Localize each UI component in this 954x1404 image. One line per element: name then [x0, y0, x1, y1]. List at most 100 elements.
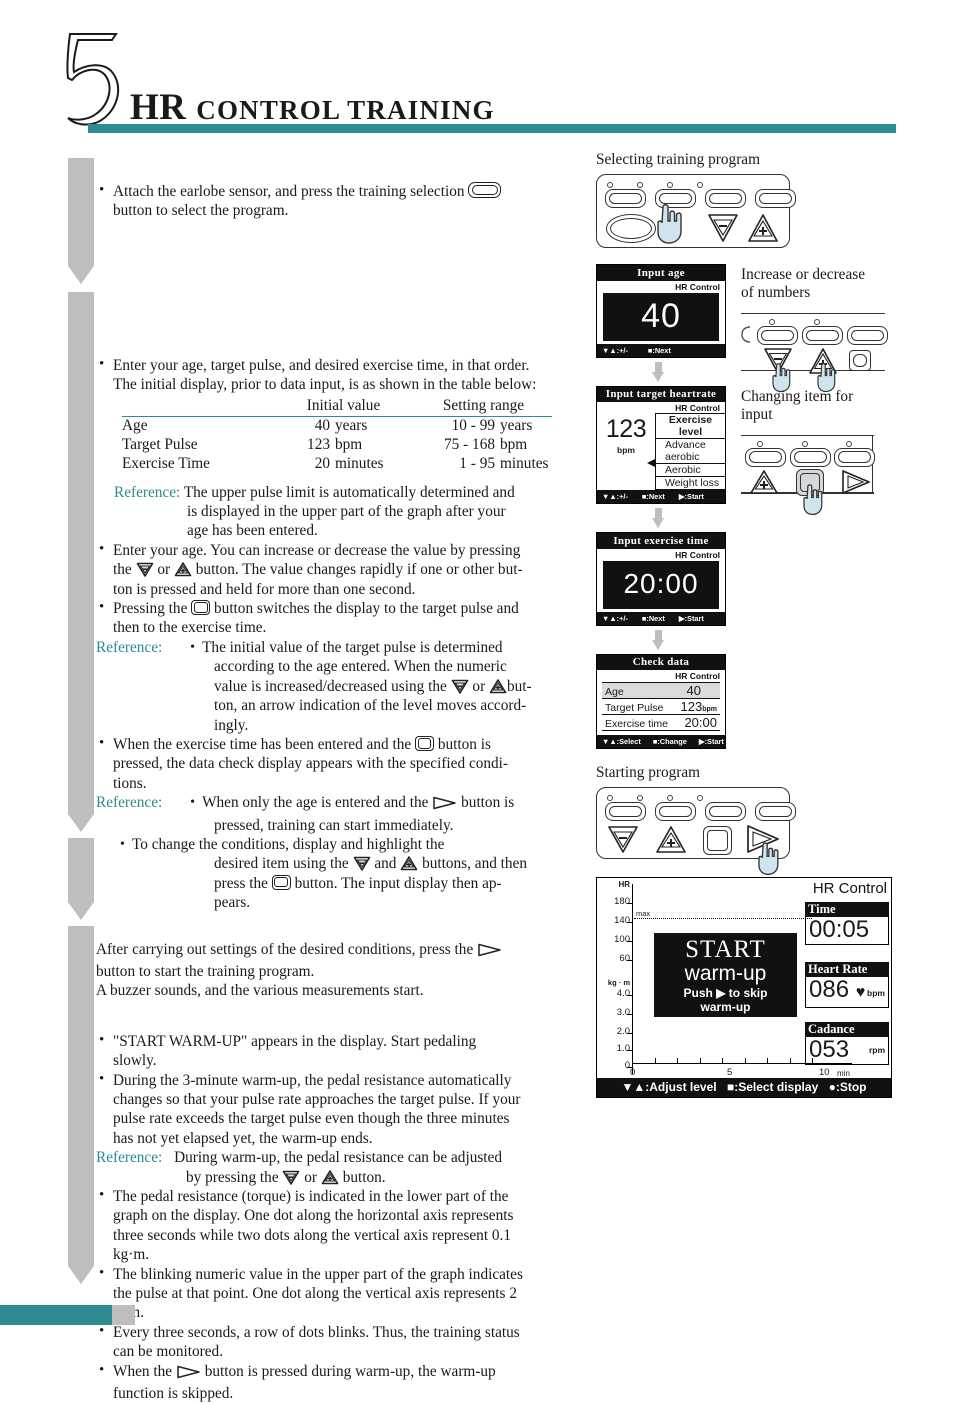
footer-accent-bar [0, 1305, 112, 1325]
flow-band-1 [68, 158, 94, 284]
console-diagram-start-program [596, 787, 796, 876]
down-triangle-button[interactable] [707, 213, 739, 248]
console-button-a[interactable] [757, 326, 798, 345]
y-tick-180: 180 [614, 896, 630, 907]
exercise-entered-post: button is [437, 735, 491, 753]
check-value: 20:00 [684, 715, 717, 730]
ref2-line2: according to the age entered. When the n… [214, 658, 507, 676]
axis-label-hr: HR [618, 880, 630, 889]
exercise-level-option-selected[interactable]: Aerobic [655, 464, 725, 477]
exercise-level-option[interactable]: Weight loss [655, 477, 725, 490]
warmup-line1: "START WARM-UP" appears in the display. … [113, 1032, 477, 1050]
reference-target-pulse: Reference: The initial value of the targ… [96, 638, 566, 735]
console-button-d[interactable] [849, 350, 871, 371]
lcd-exercise-time-value: 20:00 [623, 567, 699, 599]
exercise-entered-line3: tions. [113, 774, 147, 792]
console-button-b[interactable] [802, 326, 843, 345]
after-line1: After carrying out settings of the desir… [96, 940, 474, 958]
up-triangle-button[interactable] [749, 469, 779, 500]
up-triangle-button[interactable] [747, 213, 779, 248]
reference-warmup-resistance: Reference: During warm-up, the pedal res… [96, 1148, 566, 1187]
row-name: Exercise Time [122, 455, 210, 473]
exercise-entered-line2: pressed, the data check display appears … [113, 755, 509, 773]
square-select-button[interactable] [703, 826, 732, 855]
hint-stop: ●:Stop [828, 1080, 867, 1094]
check-row-target-pulse[interactable]: Target Pulse 123bpm [602, 699, 720, 715]
up-triangle-button[interactable] [655, 825, 687, 859]
main-training-display: HR Control HR 180 140 100 60 kg · m 4.0 … [596, 877, 892, 1098]
torque-line4: kg·m. [113, 1246, 150, 1264]
pill-button-icon [468, 182, 502, 198]
warmup-message-box: START warm-up [654, 933, 797, 991]
lcd-mode-label: HR Control [675, 281, 720, 292]
ref1-line2: is displayed in the upper part of the gr… [187, 503, 506, 521]
stat-label: Cadance [805, 1022, 889, 1037]
x-tick-10: 10 [819, 1067, 830, 1078]
console-button-c[interactable] [847, 326, 888, 345]
play-start-button[interactable] [840, 469, 872, 500]
ref1-line1: The upper pulse limit is automatically d… [183, 483, 515, 501]
hint-change: ■:Change [652, 737, 687, 746]
enter-age-the: the [113, 561, 132, 579]
program-button-4[interactable] [755, 802, 796, 821]
table-row: Exercise Time 20 minutes 1 - 95 minutes [122, 455, 552, 474]
oval-power-button[interactable] [606, 214, 656, 243]
table-header-row: Initial value Setting range [122, 397, 552, 417]
heart-icon: ♥ [855, 984, 866, 1001]
square-button-icon [414, 735, 434, 751]
b3min-line3: pulse rate exceeds the target pulse even… [113, 1110, 510, 1128]
program-button-4[interactable] [755, 189, 796, 208]
caption-starting-program: Starting program [596, 764, 701, 781]
left-instruction-column: Attach the earlobe sensor, and press the… [96, 150, 566, 1404]
program-button-1[interactable] [605, 189, 646, 208]
lcd-mode-label: HR Control [675, 403, 720, 413]
program-button-1[interactable] [605, 802, 646, 821]
program-button-3[interactable] [705, 189, 746, 208]
led-indicator [607, 182, 613, 188]
row-range: 75 - 168 [444, 436, 495, 454]
instruction-after-settings: After carrying out settings of the desir… [96, 940, 566, 1001]
caption-inc-line1: Increase or decrease [741, 266, 865, 283]
hint-select-display: ■:Select display [726, 1080, 819, 1094]
stat-value-wrap: 053 rpm [805, 1037, 889, 1065]
pressing-line2: then to the exercise time. [113, 619, 267, 637]
row-name: Target Pulse [122, 436, 198, 454]
flow-arrow-down [652, 508, 665, 528]
hint-select: ▼▲:Select [602, 737, 641, 746]
lcd-input-age: Input age HR Control 40 ▼▲:+/- ■:Next [596, 264, 726, 358]
led-indicator [802, 440, 808, 447]
check-label: Exercise time [605, 718, 669, 730]
led-indicator [697, 795, 703, 801]
skip-pre: When the [113, 1362, 173, 1380]
row-range: 1 - 95 [459, 455, 495, 473]
play-button-icon [432, 796, 457, 815]
program-button-2[interactable] [655, 802, 696, 821]
ref3-i2d: buttons, and then [422, 855, 528, 873]
check-unit: bpm [702, 706, 717, 713]
console-button-b[interactable] [790, 447, 831, 467]
partial-button-left[interactable] [741, 326, 751, 348]
row-initial-value: 123 [307, 436, 330, 454]
reference-label: Reference: [96, 794, 163, 812]
attach-sensor-text2: button to select the program. [113, 202, 289, 220]
blink-line2: the pulse at that point. One dot along t… [113, 1285, 517, 1303]
program-button-3[interactable] [705, 802, 746, 821]
console-button-c[interactable] [834, 447, 875, 467]
flow-band-2 [68, 292, 94, 832]
flow-band-4 [68, 926, 94, 1284]
console-button-a[interactable] [745, 447, 786, 467]
stat-value: 053 [809, 1036, 850, 1063]
pointing-hand-icon [752, 840, 784, 881]
down-triangle-button[interactable] [607, 825, 639, 859]
ref3-i1b: button is [461, 794, 515, 812]
lcd-footer-hints: ▼▲:+/- ■:Next ▶:Start [597, 490, 725, 503]
check-row-age[interactable]: Age 40 [602, 682, 720, 699]
th-initial-value: Initial value [306, 396, 381, 414]
row-range-unit: bpm [500, 436, 528, 454]
check-row-exercise-time[interactable]: Exercise time 20:00 [602, 715, 720, 731]
enter-age-line1: Enter your age. You can increase or decr… [113, 541, 521, 559]
instruction-attach-sensor: Attach the earlobe sensor, and press the… [96, 181, 566, 221]
exercise-level-option[interactable]: Advance aerobic [655, 439, 725, 464]
max-threshold-line [634, 918, 812, 919]
instruction-start-warmup: "START WARM-UP" appears in the display. … [96, 1031, 566, 1071]
